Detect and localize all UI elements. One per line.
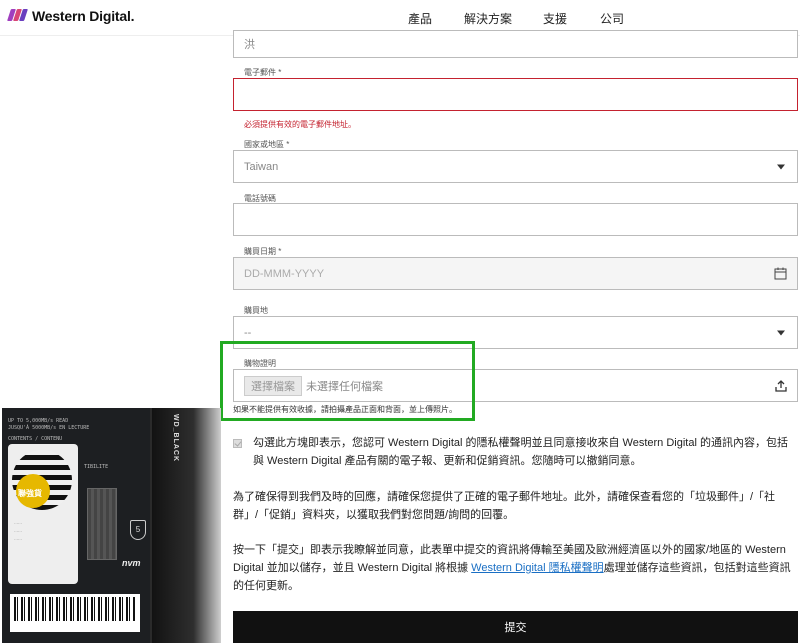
nav-products[interactable]: 產品 [408,10,432,27]
country-value: Taiwan [244,160,279,173]
country-label: 國家或地區 * [244,140,290,149]
warranty-badge: 5 [130,520,146,540]
last-name-value: 洪 [244,39,255,51]
email-info-text: 為了確保得到我們及時的回應，請確保您提供了正確的電子郵件地址。此外，請確保查看您… [233,491,776,521]
photo-spec-line: UP TO 5,000MB/s READ [8,418,69,424]
photo-nvme-logo: nvm [122,558,141,568]
last-name-input[interactable]: 洪 [233,30,798,58]
barcode-lines [14,597,136,621]
upload-icon[interactable] [775,380,787,392]
calendar-icon[interactable] [774,267,787,280]
consent-checkbox[interactable] [233,439,242,448]
purchase-date-placeholder: DD-MMM-YYYY [244,267,325,280]
nav-support[interactable]: 支援 [543,10,567,27]
purchase-place-value: -- [244,326,252,339]
western-digital-logo-icon [7,9,28,23]
chevron-down-icon [777,330,785,335]
privacy-transfer-text: 按一下「提交」即表示我瞭解並同意，此表單中提交的資訊將傳輸至美國及歐洲經濟區以外… [233,541,795,595]
email-label: 電子郵件 * [244,68,282,77]
privacy-policy-link[interactable]: Western Digital 隱私權聲明 [471,562,603,574]
barcode [10,594,140,632]
annotation-highlight-box [220,341,475,421]
western-digital-logo[interactable]: Western Digital. [7,8,135,24]
email-input[interactable] [233,78,798,111]
photo-spec-line: CONTENTS / CONTENU [8,436,63,442]
purchase-date-label: 購買日期 * [244,247,282,256]
sticker-label: 聯強貨 [18,489,42,498]
nav-company[interactable]: 公司 [600,10,624,27]
purchase-place-label: 購買地 [244,306,268,315]
country-select[interactable]: Taiwan [233,150,798,183]
nav-solutions[interactable]: 解決方案 [464,10,512,27]
purchase-date-input[interactable]: DD-MMM-YYYY [233,257,798,290]
photo-spec-line: TIBILITE [84,464,109,470]
chevron-down-icon [777,164,785,169]
product-box-side [152,408,221,643]
email-error-message: 必須提供有效的電子郵件地址。 [244,120,356,129]
photo-spec-line: JUSQU'À 5000MB/s EN LECTURE [8,425,90,431]
brand-name: Western Digital. [32,8,135,24]
submit-button[interactable]: 提交 [233,611,798,643]
ssd-chip-window [87,488,117,560]
consent-text: 勾選此方塊即表示，您認可 Western Digital 的隱私權聲明並且同意接… [253,437,788,467]
wd-black-vertical-label: WD_BLACK [172,414,179,463]
phone-input[interactable] [233,203,798,236]
photo-brand-label: Western Digital [12,558,63,565]
product-photo: UP TO 5,000MB/s READ JUSQU'À 5000MB/s EN… [2,408,221,643]
